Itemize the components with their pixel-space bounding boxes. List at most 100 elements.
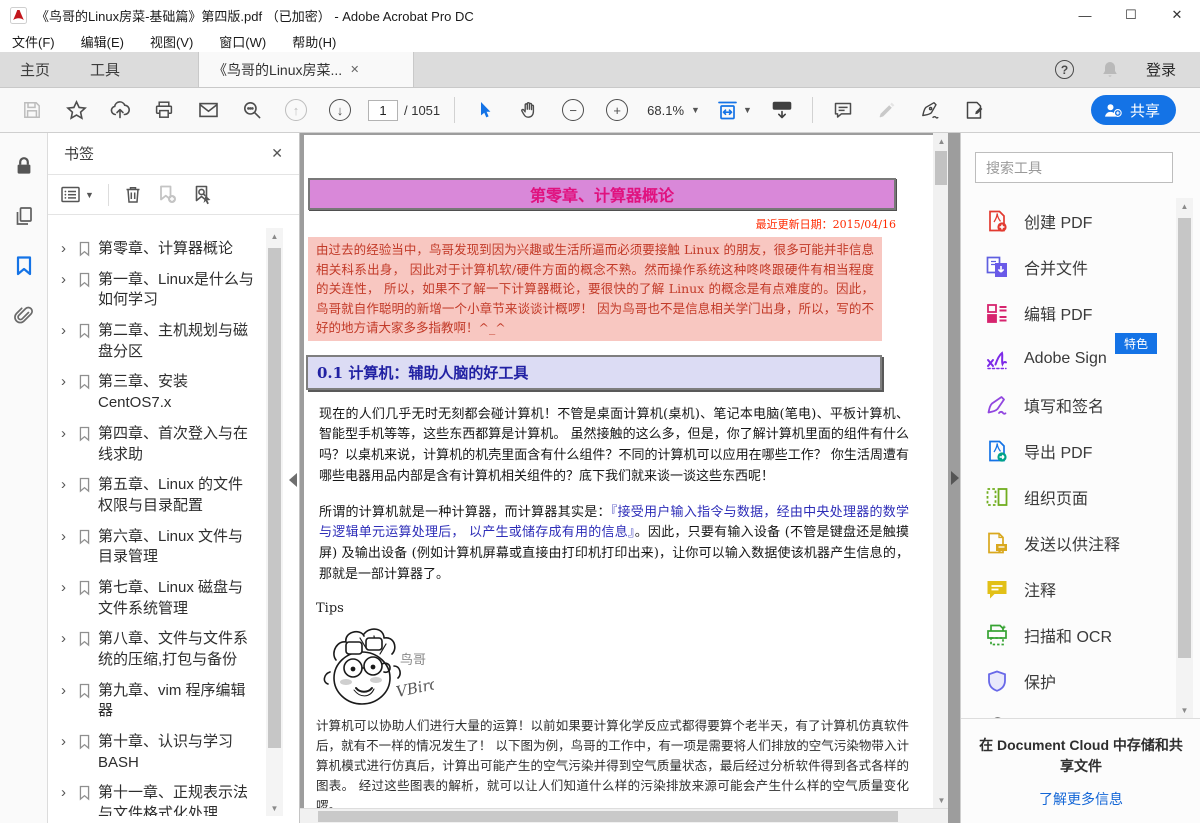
- fill-sign-icon[interactable]: [953, 93, 997, 127]
- attachments-paperclip-icon[interactable]: [11, 303, 37, 329]
- tool-edit-pdf[interactable]: 编辑 PDF: [961, 290, 1179, 336]
- chevron-expand-icon[interactable]: ›: [61, 424, 71, 444]
- menu-file[interactable]: 文件(F): [12, 32, 55, 51]
- close-button[interactable]: ✕: [1154, 0, 1200, 30]
- zoom-out-icon[interactable]: −: [551, 93, 595, 127]
- scroll-up-icon[interactable]: ▲: [266, 228, 283, 244]
- scroll-down-icon[interactable]: ▼: [933, 792, 950, 808]
- menu-edit[interactable]: 编辑(E): [81, 32, 124, 51]
- chevron-expand-icon[interactable]: ›: [61, 239, 71, 259]
- minimize-button[interactable]: —: [1062, 0, 1108, 30]
- tool-organize-pages[interactable]: 组织页面: [961, 474, 1179, 520]
- bookmark-options-icon[interactable]: ▼: [60, 185, 94, 204]
- bookmark-item[interactable]: › 第八章、文件与文件系统的压缩,打包与备份: [48, 624, 262, 675]
- page-number-input[interactable]: [368, 100, 398, 121]
- bookmark-item[interactable]: › 第七章、Linux 磁盘与文件系统管理: [48, 573, 262, 624]
- tool-more-tools[interactable]: 更多工具: [961, 704, 1179, 718]
- bookmark-item[interactable]: › 第六章、Linux 文件与目录管理: [48, 522, 262, 573]
- bookmark-item[interactable]: › 第零章、计算器概论: [48, 234, 262, 265]
- bookmark-item[interactable]: › 第九章、vim 程序编辑器: [48, 676, 262, 727]
- chevron-expand-icon[interactable]: ›: [61, 681, 71, 701]
- hand-tool-icon[interactable]: [507, 93, 551, 127]
- scrollbar-thumb[interactable]: [1178, 218, 1191, 658]
- document-horizontal-scrollbar[interactable]: [300, 808, 948, 823]
- tools-panel-scrollbar[interactable]: ▲ ▼: [1176, 198, 1193, 718]
- highlighter-icon[interactable]: [865, 93, 909, 127]
- scroll-up-icon[interactable]: ▲: [1176, 198, 1193, 214]
- chevron-expand-icon[interactable]: ›: [61, 270, 71, 290]
- tool-create-pdf[interactable]: 创建 PDF: [961, 198, 1179, 244]
- select-tool-icon[interactable]: [463, 93, 507, 127]
- bookmarks-panel-icon[interactable]: [11, 253, 37, 279]
- sign-pen-icon[interactable]: [909, 93, 953, 127]
- help-icon[interactable]: ?: [1055, 60, 1074, 79]
- scrollbar-thumb[interactable]: [935, 151, 947, 185]
- previous-page-icon[interactable]: ↑: [274, 93, 318, 127]
- fit-width-icon[interactable]: ▼: [708, 93, 760, 127]
- zoom-level-dropdown[interactable]: 68.1% ▼: [639, 103, 708, 118]
- chevron-expand-icon[interactable]: ›: [61, 527, 71, 547]
- tool-export-pdf[interactable]: 导出 PDF: [961, 428, 1179, 474]
- share-button[interactable]: 共享: [1091, 95, 1176, 125]
- bookmark-item[interactable]: › 第四章、首次登入与在线求助: [48, 419, 262, 470]
- bookmark-item[interactable]: › 第三章、安装 CentOS7.x: [48, 367, 262, 418]
- bookmark-item[interactable]: › 第十章、认识与学习 BASH: [48, 727, 262, 778]
- search-icon[interactable]: [230, 93, 274, 127]
- bookmarks-scrollbar[interactable]: ▲ ▼: [266, 228, 283, 816]
- star-favorite-icon[interactable]: [54, 93, 98, 127]
- tool-fill-sign[interactable]: 填写和签名: [961, 382, 1179, 428]
- next-page-icon[interactable]: ↓: [318, 93, 362, 127]
- chevron-expand-icon[interactable]: ›: [61, 629, 71, 649]
- scrollbar-thumb[interactable]: [268, 248, 281, 748]
- save-icon[interactable]: [10, 93, 54, 127]
- bookmark-item[interactable]: › 第五章、Linux 的文件权限与目录配置: [48, 470, 262, 521]
- delete-bookmark-trash-icon[interactable]: [123, 184, 143, 205]
- scroll-up-icon[interactable]: ▲: [933, 133, 950, 149]
- tab-close-icon[interactable]: ✕: [350, 63, 359, 76]
- tab-home[interactable]: 主页: [0, 52, 70, 87]
- collapse-tools-panel-handle[interactable]: [951, 471, 959, 485]
- chevron-expand-icon[interactable]: ›: [61, 475, 71, 495]
- menu-help[interactable]: 帮助(H): [292, 32, 336, 51]
- scrollbar-thumb[interactable]: [318, 811, 898, 822]
- reading-mode-icon[interactable]: [760, 93, 804, 127]
- scroll-down-icon[interactable]: ▼: [266, 800, 283, 816]
- bookmark-item[interactable]: › 第二章、主机规划与磁盘分区: [48, 316, 262, 367]
- bookmark-item[interactable]: › 第十一章、正规表示法与文件格式化处理: [48, 778, 262, 816]
- tab-tools[interactable]: 工具: [70, 52, 140, 87]
- menu-window[interactable]: 窗口(W): [219, 32, 266, 51]
- chevron-expand-icon[interactable]: ›: [61, 321, 71, 341]
- security-lock-icon[interactable]: [11, 153, 37, 179]
- search-tools-input[interactable]: [975, 152, 1173, 183]
- cloud-upload-icon[interactable]: [98, 93, 142, 127]
- print-icon[interactable]: [142, 93, 186, 127]
- add-bookmark-icon[interactable]: [157, 184, 178, 205]
- tool-combine-files[interactable]: 合并文件: [961, 244, 1179, 290]
- chevron-expand-icon[interactable]: ›: [61, 783, 71, 803]
- tool-scan-ocr[interactable]: 扫描和 OCR: [961, 612, 1179, 658]
- bookmarks-close-icon[interactable]: ✕: [271, 145, 283, 162]
- pdf-page[interactable]: 第零章、计算器概论 最近更新日期：2015/04/16 由过去的经验当中，鸟哥发…: [304, 135, 933, 808]
- bookmark-item[interactable]: › 第一章、Linux是什么与如何学习: [48, 265, 262, 316]
- scroll-down-icon[interactable]: ▼: [1176, 702, 1193, 718]
- notifications-bell-icon[interactable]: [1100, 60, 1120, 80]
- chevron-expand-icon[interactable]: ›: [61, 578, 71, 598]
- collapse-bookmarks-panel-handle[interactable]: [289, 473, 297, 487]
- tool-protect[interactable]: 保护: [961, 658, 1179, 704]
- tool-comment[interactable]: 注释: [961, 566, 1179, 612]
- chevron-expand-icon[interactable]: ›: [61, 732, 71, 752]
- learn-more-link[interactable]: 了解更多信息: [977, 789, 1185, 809]
- tab-document[interactable]: 《鸟哥的Linux房菜... ✕: [198, 52, 414, 87]
- page-thumbnails-icon[interactable]: [11, 203, 37, 229]
- maximize-button[interactable]: ☐: [1108, 0, 1154, 30]
- document-vertical-scrollbar[interactable]: ▲ ▼: [933, 133, 948, 808]
- menu-view[interactable]: 视图(V): [150, 32, 193, 51]
- email-icon[interactable]: [186, 93, 230, 127]
- tool-adobe-sign[interactable]: Adobe Sign 特色: [961, 336, 1179, 382]
- sign-in-link[interactable]: 登录: [1146, 59, 1176, 80]
- bookmark-expand-current-icon[interactable]: [192, 184, 213, 205]
- comment-icon[interactable]: [821, 93, 865, 127]
- chevron-expand-icon[interactable]: ›: [61, 372, 71, 392]
- tool-send-for-comments[interactable]: 发送以供注释: [961, 520, 1179, 566]
- zoom-in-icon[interactable]: +: [595, 93, 639, 127]
